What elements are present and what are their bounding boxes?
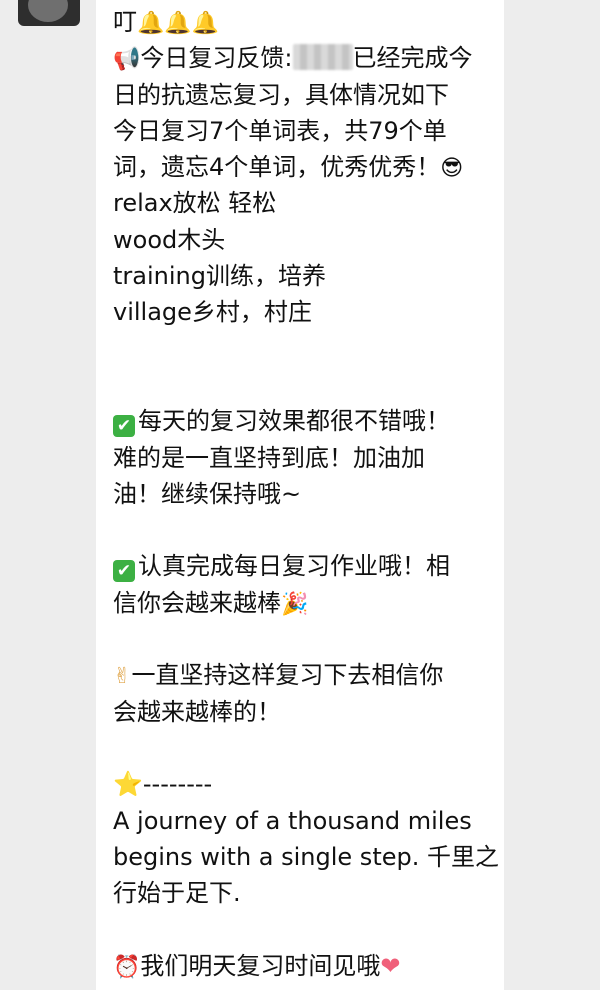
message-text-part: 我们明天复习时间见哦 <box>140 951 381 980</box>
vocab-item: wood木头 <box>113 225 226 254</box>
quote-line: A journey of a thousand miles <box>113 806 472 835</box>
message-text-part: 信你会越来越棒 <box>113 588 281 617</box>
message-line: 会越来越棒的！ <box>113 697 281 726</box>
message-text-part: 词，遗忘4个单词，优秀优秀！ <box>113 153 441 182</box>
star-icon: ⭐ <box>113 770 143 799</box>
victory-hand-icon: ✌ <box>113 664 132 690</box>
message-line: 词，遗忘4个单词，优秀优秀！😎 <box>113 149 498 185</box>
message-line: ⭐-------- <box>113 766 498 802</box>
party-popper-icon: 🎉 <box>281 591 309 617</box>
blurred-name <box>292 44 353 71</box>
feedback-text: 已经完成今 <box>352 44 473 73</box>
message-line: ✔ 每天的复习效果都很不错哦！ <box>113 403 498 439</box>
message-line: ✔ 认真完成每日复习作业哦！相 <box>113 548 498 584</box>
sender-avatar[interactable] <box>18 0 80 26</box>
message-line: 📢今日复习反馈: 已经完成今 <box>113 40 498 76</box>
message-text-part: 认真完成每日复习作业哦！相 <box>138 552 450 581</box>
ding-text: 叮 <box>113 8 137 36</box>
message-line: 叮🔔🔔🔔 <box>113 4 498 40</box>
megaphone-icon: 📢 <box>113 47 141 73</box>
message-line: 日的抗遗忘复习，具体情况如下 <box>113 80 449 109</box>
message-text-part: 每天的复习效果都很不错哦！ <box>138 407 450 436</box>
message-line: 信你会越来越棒🎉 <box>113 585 498 621</box>
quote-line: begins with a single step. 千里之 <box>113 842 499 871</box>
quote-line: 行始于足下. <box>113 879 241 908</box>
message-line: 今日复习7个单词表，共79个单 <box>113 116 447 145</box>
vocab-item: relax放松 轻松 <box>113 189 277 218</box>
heart-icon: ❤ <box>380 951 401 980</box>
bell-icon: 🔔 <box>137 11 165 36</box>
message-text: 叮🔔🔔🔔 📢今日复习反馈: 已经完成今 日的抗遗忘复习，具体情况如下 今日复习7个… <box>113 4 499 984</box>
bell-icon: 🔔 <box>191 11 220 36</box>
message-line: ✌一直坚持这样复习下去相信你 <box>113 657 498 693</box>
alarm-clock-icon: ⏰ <box>113 954 141 980</box>
message-line: 难的是一直坚持到底！加油加 <box>113 443 425 472</box>
check-mark-icon: ✔ <box>113 560 135 583</box>
feedback-label: 今日复习反馈: <box>140 44 293 73</box>
message-text-part: 一直坚持这样复习下去相信你 <box>131 661 444 690</box>
check-mark-icon: ✔ <box>113 415 135 438</box>
vocab-item: training训练，培养 <box>113 262 326 291</box>
bell-icon: 🔔 <box>164 11 192 36</box>
vocab-item: village乡村，村庄 <box>113 298 312 327</box>
sunglasses-emoji-icon: 😎 <box>440 156 464 182</box>
message-line: ⏰我们明天复习时间见哦❤ <box>113 948 498 984</box>
divider-text: -------- <box>142 770 213 799</box>
message-line: 油！继续保持哦~ <box>113 479 302 508</box>
